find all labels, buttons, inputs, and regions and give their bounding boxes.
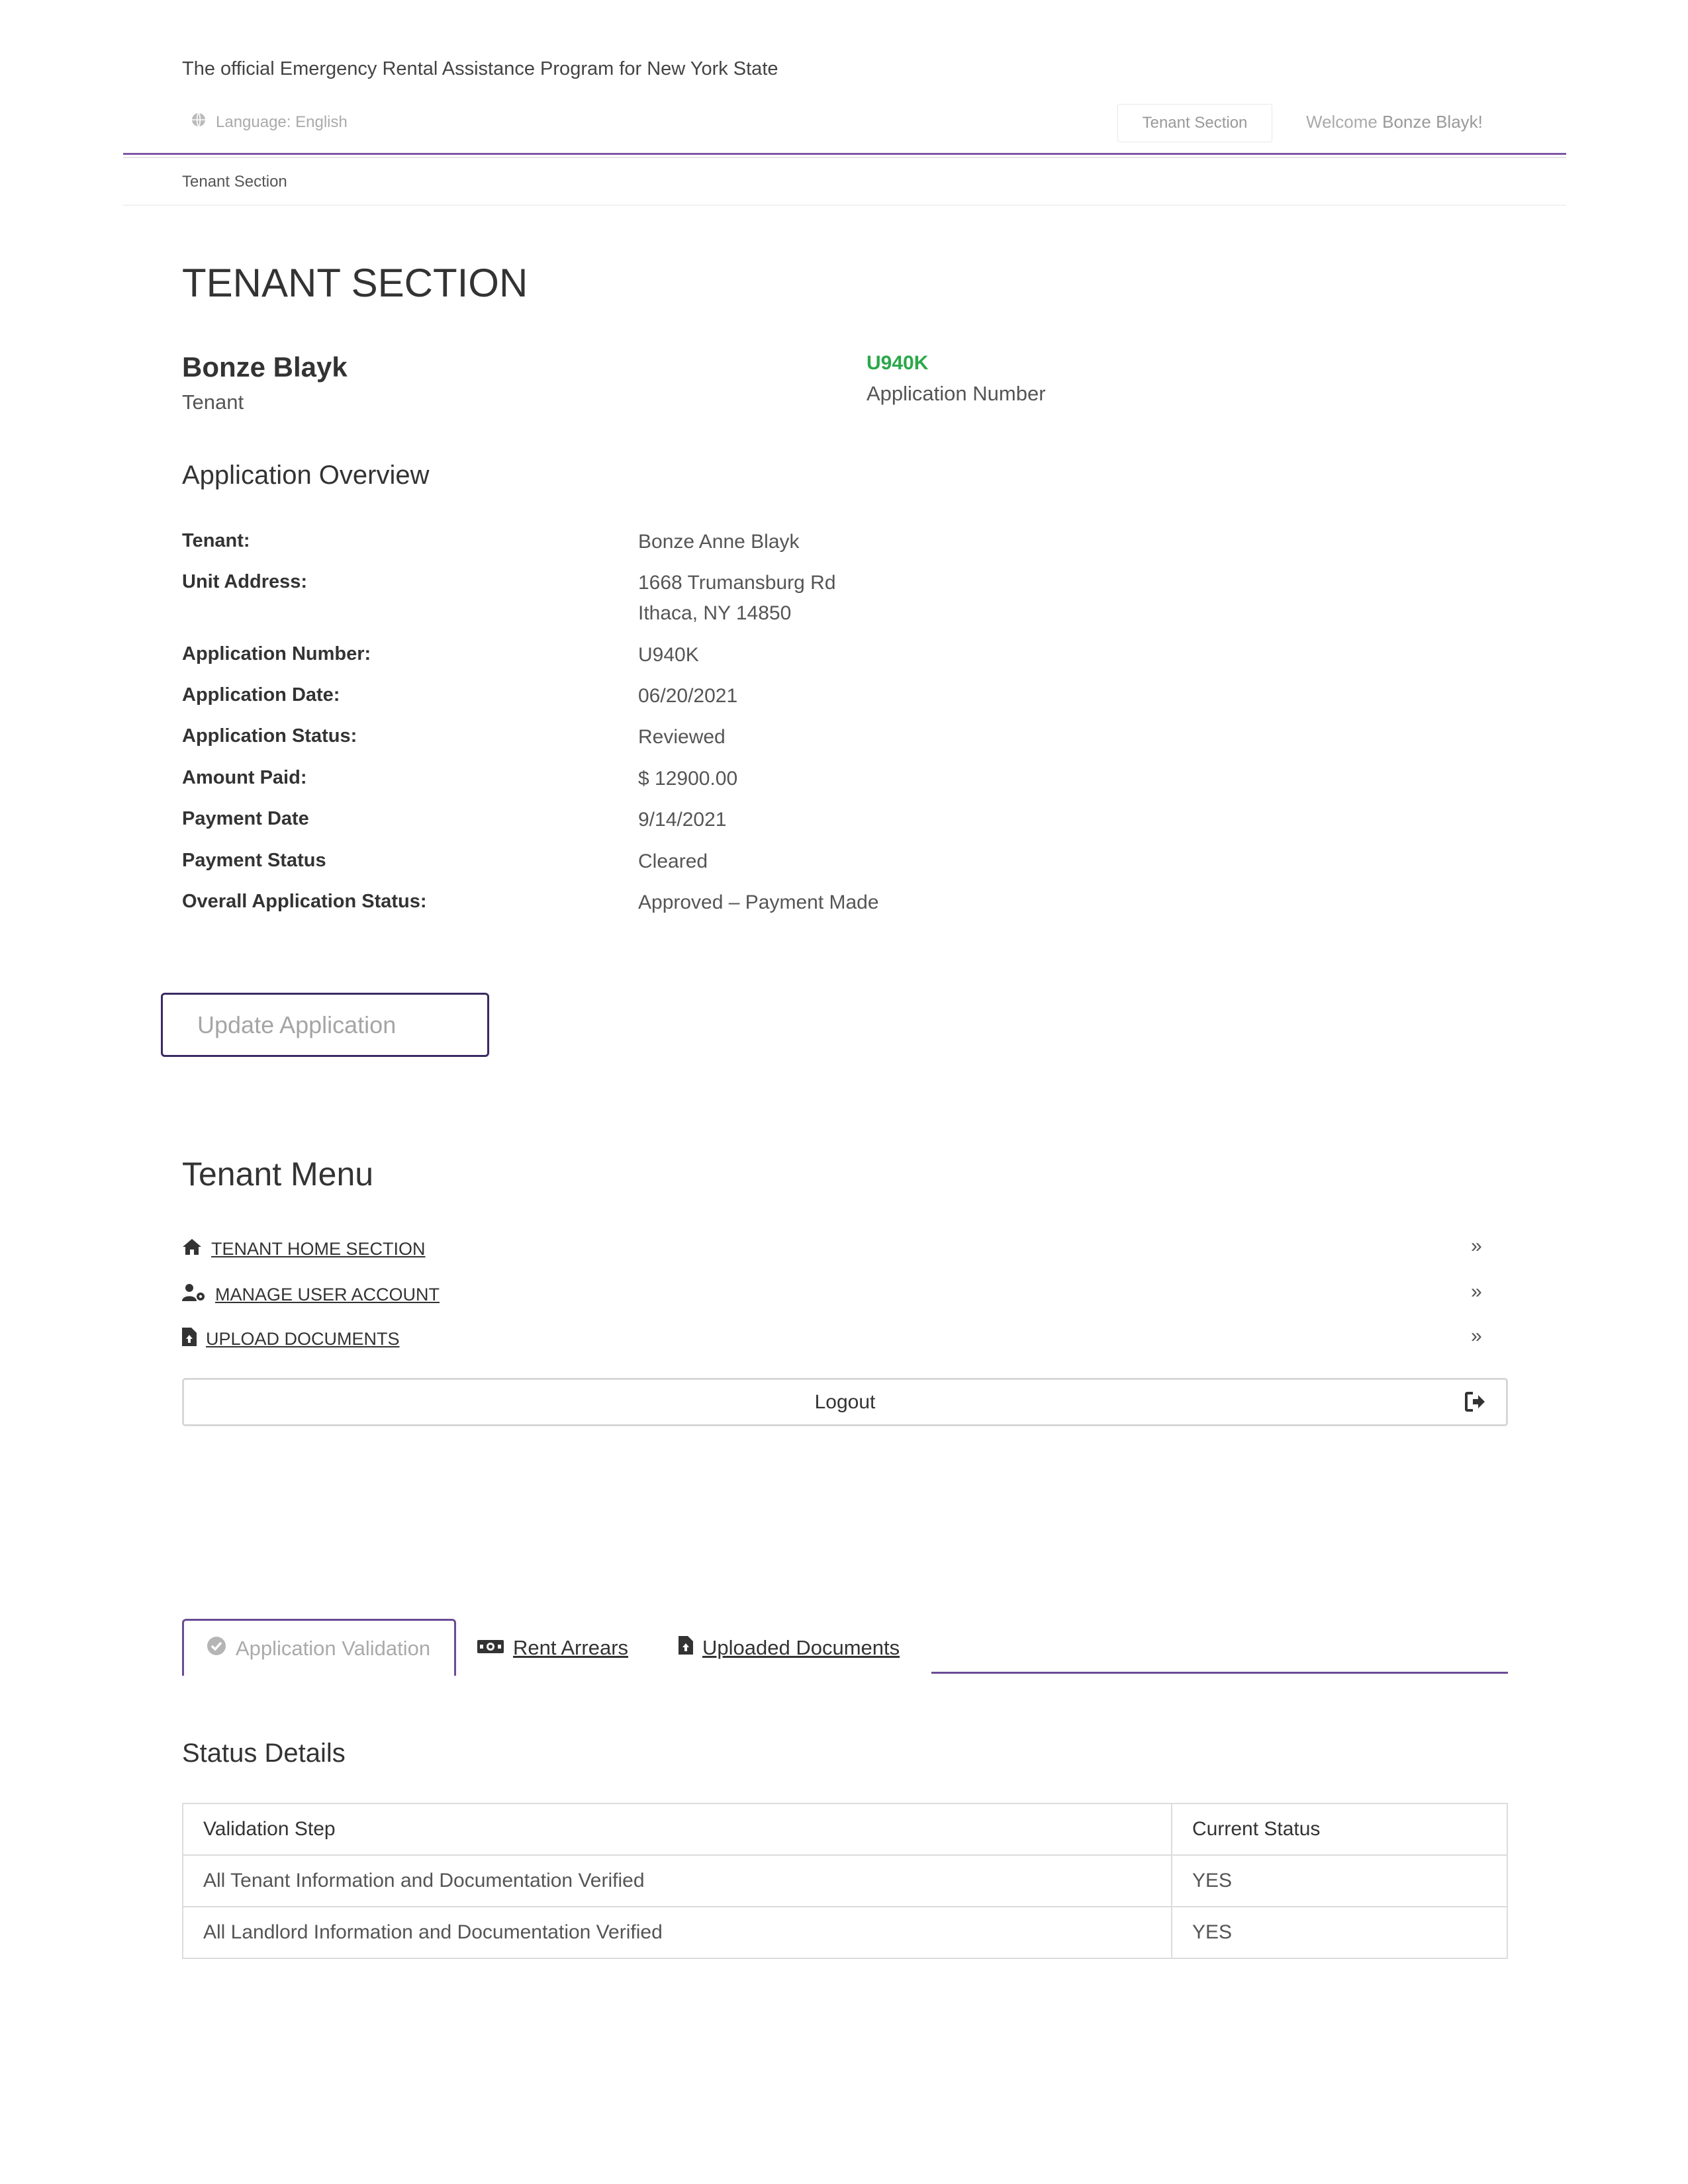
tab-label: Application Validation xyxy=(236,1636,431,1660)
language-selector[interactable]: Language: English xyxy=(191,112,348,132)
overview-value-payment-date: 9/14/2021 xyxy=(638,809,727,831)
status-table: Validation Step Current Status All Tenan… xyxy=(182,1803,1508,1959)
user-name: Bonze Blayk xyxy=(182,351,348,383)
overview-label-application-status: Application Status: xyxy=(182,725,357,747)
column-header-current-status: Current Status xyxy=(1171,1803,1508,1856)
chevron-double-right-icon[interactable]: » xyxy=(1471,1325,1482,1347)
overview-value-unit-address-line2: Ithaca, NY 14850 xyxy=(638,602,792,624)
tab-label[interactable]: Rent Arrears xyxy=(513,1636,628,1660)
overview-value-overall-status: Approved – Payment Made xyxy=(638,891,879,913)
overview-value-application-number: U940K xyxy=(638,644,699,666)
menu-item-label[interactable]: UPLOAD DOCUMENTS xyxy=(206,1329,400,1349)
logout-button[interactable]: Logout xyxy=(182,1378,1508,1426)
menu-item-label[interactable]: MANAGE USER ACCOUNT xyxy=(215,1285,440,1305)
welcome-prefix: Welcome xyxy=(1306,112,1378,132)
tab-application-validation[interactable]: Application Validation xyxy=(182,1619,456,1676)
header-divider xyxy=(123,153,1566,155)
overview-label-payment-status: Payment Status xyxy=(182,850,326,871)
overview-value-application-status: Reviewed xyxy=(638,726,726,748)
table-row: All Tenant Information and Documentation… xyxy=(182,1854,1508,1907)
overview-label-application-number: Application Number: xyxy=(182,643,371,664)
logout-label: Logout xyxy=(814,1390,876,1413)
column-header-validation-step: Validation Step xyxy=(182,1803,1172,1856)
home-icon xyxy=(182,1238,202,1260)
overview-label-unit-address: Unit Address: xyxy=(182,571,308,592)
status-details-title: Status Details xyxy=(182,1739,346,1768)
table-cell-current-status: YES xyxy=(1171,1854,1508,1907)
tab-uploaded-documents[interactable]: Uploaded Documents xyxy=(679,1633,900,1662)
header-divider-shadow xyxy=(123,157,1566,158)
table-header-row: Validation Step Current Status xyxy=(182,1803,1508,1856)
page-title: TENANT SECTION xyxy=(182,261,528,305)
overview-value-unit-address-line1: 1668 Trumansburg Rd xyxy=(638,572,836,594)
application-number: U940K xyxy=(867,352,929,374)
globe-icon xyxy=(191,112,207,132)
table-cell-validation-step: All Tenant Information and Documentation… xyxy=(182,1854,1172,1907)
application-number-label: Application Number xyxy=(867,382,1046,405)
tabs-underline xyxy=(931,1672,1508,1674)
file-upload-icon xyxy=(182,1327,197,1351)
user-cog-icon xyxy=(182,1283,206,1306)
overview-label-application-date: Application Date: xyxy=(182,684,340,705)
menu-item-label[interactable]: TENANT HOME SECTION xyxy=(211,1239,426,1259)
welcome-message: Welcome Bonze Blayk! xyxy=(1306,112,1483,132)
sign-out-icon xyxy=(1465,1392,1486,1415)
chevron-double-right-icon[interactable]: » xyxy=(1471,1235,1482,1257)
welcome-user-name: Bonze Blayk! xyxy=(1382,112,1483,132)
overview-value-tenant: Bonze Anne Blayk xyxy=(638,531,800,553)
site-tagline: The official Emergency Rental Assistance… xyxy=(182,58,778,79)
overview-value-amount-paid: $ 12900.00 xyxy=(638,768,738,790)
table-row: All Landlord Information and Documentati… xyxy=(182,1906,1508,1959)
overview-label-payment-date: Payment Date xyxy=(182,808,309,829)
update-application-button[interactable]: Update Application xyxy=(161,993,489,1057)
tenant-section-button[interactable]: Tenant Section xyxy=(1117,104,1272,142)
tab-label[interactable]: Uploaded Documents xyxy=(702,1636,900,1660)
overview-label-amount-paid: Amount Paid: xyxy=(182,767,307,788)
overview-value-payment-status: Cleared xyxy=(638,850,708,872)
tenant-menu-title: Tenant Menu xyxy=(182,1156,374,1193)
overview-title: Application Overview xyxy=(182,461,430,490)
menu-item-manage-user-account[interactable]: MANAGE USER ACCOUNT xyxy=(182,1281,440,1308)
table-cell-current-status: YES xyxy=(1171,1906,1508,1959)
breadcrumb-divider xyxy=(123,205,1566,206)
money-icon xyxy=(477,1636,504,1660)
table-cell-validation-step: All Landlord Information and Documentati… xyxy=(182,1906,1172,1959)
user-role: Tenant xyxy=(182,390,244,414)
menu-item-tenant-home[interactable]: TENANT HOME SECTION xyxy=(182,1236,426,1262)
file-upload-icon xyxy=(679,1636,693,1660)
overview-value-application-date: 06/20/2021 xyxy=(638,685,738,707)
overview-label-tenant: Tenant: xyxy=(182,530,250,551)
tab-rent-arrears[interactable]: Rent Arrears xyxy=(477,1633,628,1662)
chevron-double-right-icon[interactable]: » xyxy=(1471,1281,1482,1303)
check-circle-icon xyxy=(207,1636,226,1661)
language-label: Language: English xyxy=(216,113,348,131)
overview-label-overall-status: Overall Application Status: xyxy=(182,891,427,912)
breadcrumb[interactable]: Tenant Section xyxy=(182,173,287,191)
menu-item-upload-documents[interactable]: UPLOAD DOCUMENTS xyxy=(182,1326,400,1352)
